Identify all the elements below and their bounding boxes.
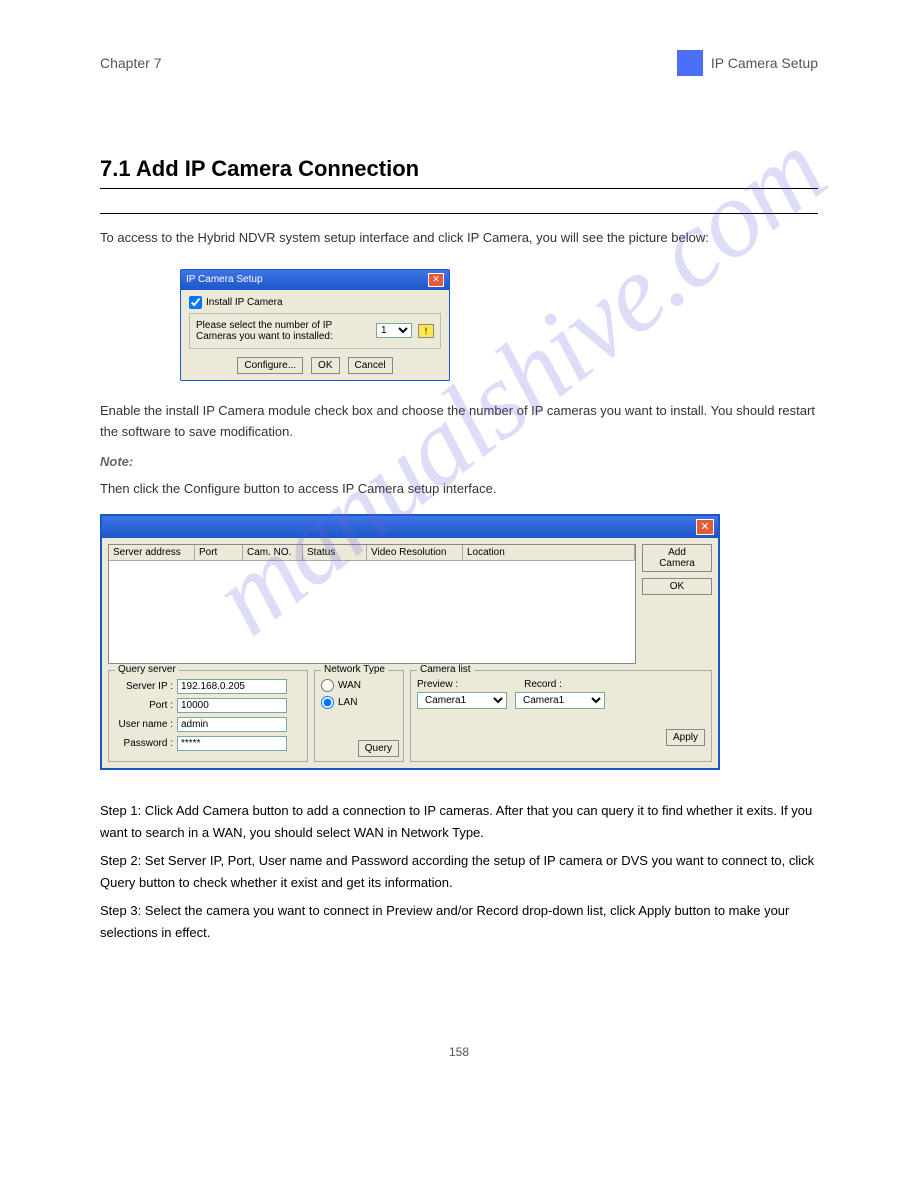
lan-radio[interactable] (321, 696, 334, 709)
mid-text-2: Then click the Configure button to acces… (100, 479, 818, 500)
query-button[interactable]: Query (358, 740, 399, 757)
col-cam-no[interactable]: Cam. NO. (243, 545, 303, 560)
password-label: Password : (115, 738, 173, 749)
camera-table: Server address Port Cam. NO. Status Vide… (108, 544, 636, 664)
ip-camera-setup-dialog: IP Camera Setup ✕ Install IP Camera Plea… (180, 269, 450, 381)
wan-radio[interactable] (321, 679, 334, 692)
dialog2-ok-button[interactable]: OK (642, 578, 712, 595)
col-location[interactable]: Location (463, 545, 635, 560)
lan-label: LAN (338, 697, 357, 708)
step-1: Step 1: Click Add Camera button to add a… (100, 800, 818, 844)
query-server-label: Query server (115, 664, 179, 675)
network-type-fieldset: Network Type WAN LAN Query (314, 670, 404, 762)
record-label: Record : (524, 679, 562, 690)
apply-button[interactable]: Apply (666, 729, 705, 746)
add-camera-button[interactable]: Add Camera (642, 544, 712, 572)
server-ip-label: Server IP : (115, 681, 173, 692)
network-type-label: Network Type (321, 664, 388, 675)
close-icon[interactable]: ✕ (428, 273, 444, 287)
dialog1-titlebar: IP Camera Setup ✕ (181, 270, 449, 290)
port-input[interactable] (177, 698, 287, 713)
header-title: IP Camera Setup (711, 55, 818, 71)
dialog2-titlebar: ✕ (102, 516, 718, 538)
port-label: Port : (115, 700, 173, 711)
close-icon[interactable]: ✕ (696, 519, 714, 535)
ok-button[interactable]: OK (311, 357, 339, 374)
note-label: Note: (100, 452, 818, 473)
col-status[interactable]: Status (303, 545, 367, 560)
header-chapter: Chapter 7 (100, 55, 669, 71)
chapter-box-icon (677, 50, 703, 76)
ip-camera-config-dialog: ✕ Server address Port Cam. NO. Status Vi… (100, 514, 720, 770)
page-number: 158 (100, 1045, 818, 1059)
page-header: Chapter 7 IP Camera Setup (100, 50, 818, 76)
col-server-address[interactable]: Server address (109, 545, 195, 560)
ipcam-count-prompt: Please select the number of IP Cameras y… (196, 320, 370, 342)
query-server-fieldset: Query server Server IP : Port : User nam… (108, 670, 308, 762)
install-ipcam-checkbox[interactable] (189, 296, 202, 309)
mid-text-1: Enable the install IP Camera module chec… (100, 401, 818, 443)
cancel-button[interactable]: Cancel (348, 357, 393, 374)
configure-button[interactable]: Configure... (237, 357, 303, 374)
warning-icon: ! (418, 324, 434, 338)
username-input[interactable] (177, 717, 287, 732)
step-2: Step 2: Set Server IP, Port, User name a… (100, 850, 818, 894)
preview-select[interactable]: Camera1 (417, 692, 507, 709)
record-select[interactable]: Camera1 (515, 692, 605, 709)
step-3: Step 3: Select the camera you want to co… (100, 900, 818, 944)
ipcam-count-select[interactable]: 1 (376, 323, 412, 338)
section-title: 7.1 Add IP Camera Connection (100, 156, 818, 182)
install-ipcam-label: Install IP Camera (206, 297, 283, 308)
col-resolution[interactable]: Video Resolution (367, 545, 463, 560)
col-port[interactable]: Port (195, 545, 243, 560)
server-ip-input[interactable] (177, 679, 287, 694)
camera-list-label: Camera list (417, 664, 474, 675)
dialog1-title: IP Camera Setup (186, 274, 263, 285)
password-input[interactable] (177, 736, 287, 751)
preview-label: Preview : (417, 679, 458, 690)
intro-text: To access to the Hybrid NDVR system setu… (100, 228, 818, 249)
divider-bottom (100, 213, 818, 214)
wan-label: WAN (338, 680, 361, 691)
divider-top (100, 188, 818, 189)
username-label: User name : (115, 719, 173, 730)
camera-list-fieldset: Camera list Preview : Record : Camera1 C… (410, 670, 712, 762)
